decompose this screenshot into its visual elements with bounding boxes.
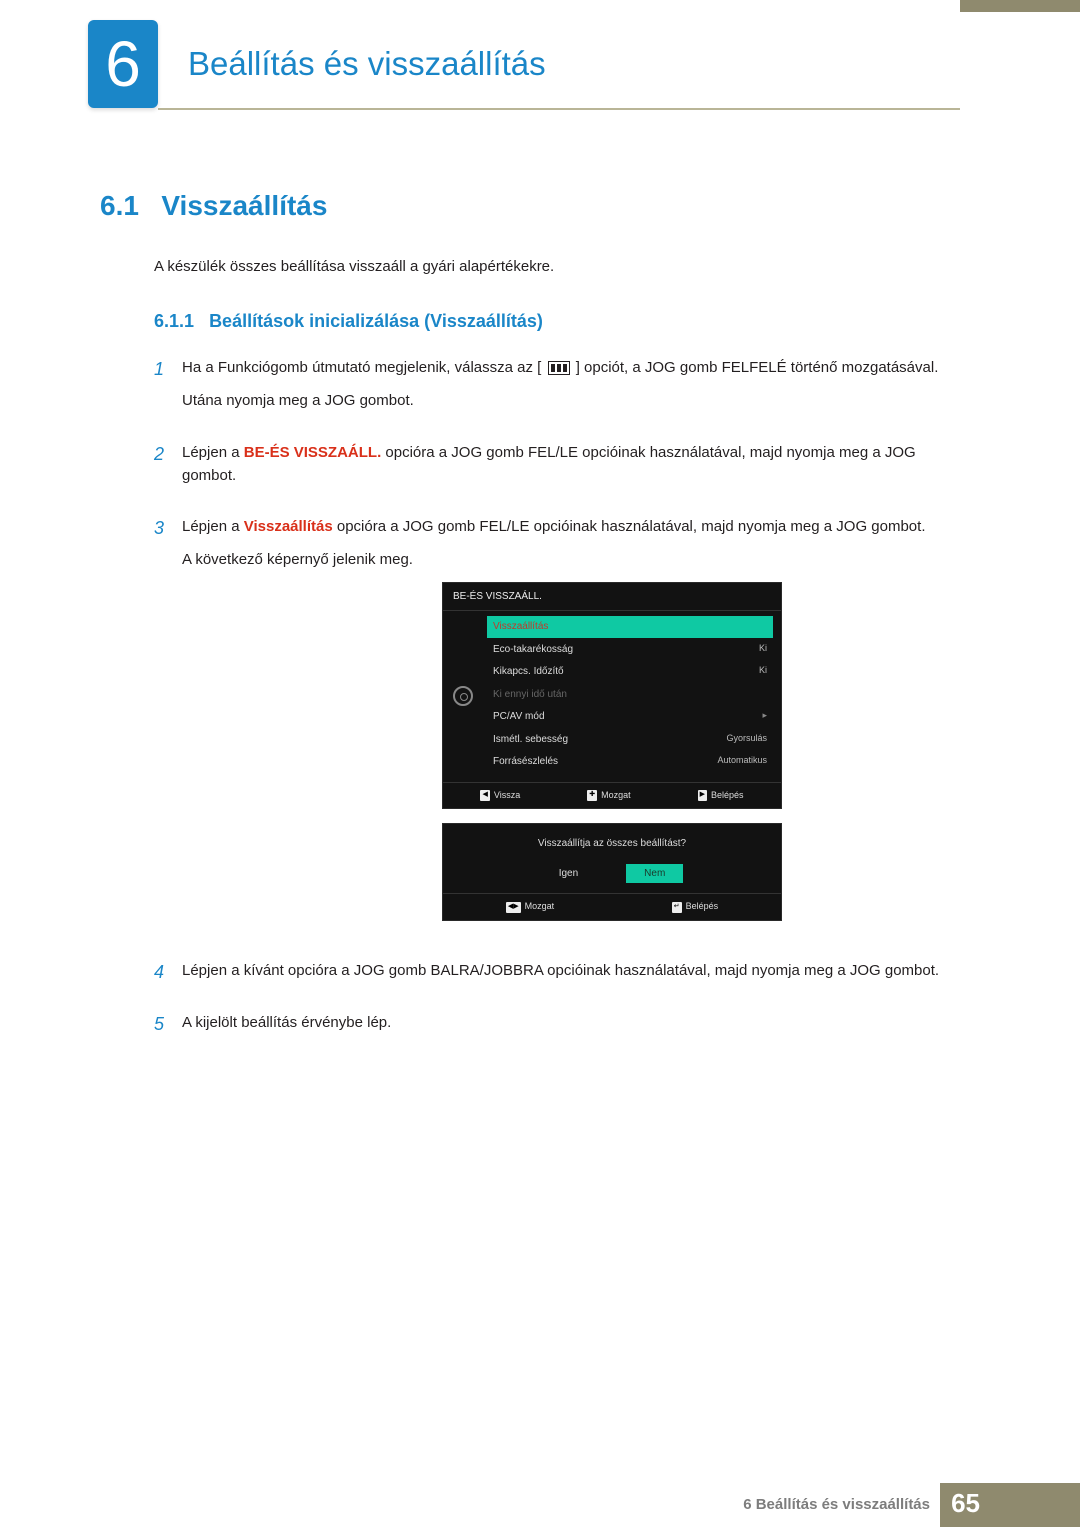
top-accent-stripe bbox=[960, 0, 1080, 12]
osd-list: Visszaállítás Eco-takarékosság Ki Kikapc… bbox=[483, 611, 781, 782]
osd-body: Visszaállítás Eco-takarékosság Ki Kikapc… bbox=[443, 611, 781, 782]
osd-footer-label: Mozgat bbox=[601, 789, 631, 803]
osd-label: Kikapcs. Időzítő bbox=[493, 664, 564, 680]
step-body: Ha a Funkciógomb útmutató megjelenik, vá… bbox=[182, 356, 938, 423]
osd-item-visszaallitas: Visszaállítás bbox=[487, 616, 773, 638]
step-text: opcióra a JOG gomb FEL/LE opcióinak hasz… bbox=[333, 518, 926, 535]
confirm-footer-enter: ↵ Belépés bbox=[672, 900, 718, 914]
step-text: Lépjen a bbox=[182, 444, 244, 461]
osd-footer-enter: ▶ Belépés bbox=[698, 789, 744, 803]
osd-label: Forrásészlelés bbox=[493, 754, 558, 770]
step-body: Lépjen a BE-ÉS VISSZAÁLL. opcióra a JOG … bbox=[182, 441, 960, 498]
highlight-red: BE-ÉS VISSZAÁLL. bbox=[244, 444, 382, 461]
step-2: 2 Lépjen a BE-ÉS VISSZAÁLL. opcióra a JO… bbox=[154, 441, 960, 498]
confirm-footer-move: ◀▶ Mozgat bbox=[506, 900, 554, 914]
page-content: 6.1 Visszaállítás A készülék összes beál… bbox=[100, 190, 960, 1062]
step-5: 5 A kijelölt beállítás érvénybe lép. bbox=[154, 1011, 960, 1044]
footer-chapter-title: 6 Beállítás és visszaállítás bbox=[743, 1496, 930, 1513]
osd-menu: BE-ÉS VISSZAÁLL. Visszaállítás Eco-tak bbox=[442, 582, 782, 810]
enter-icon: ↵ bbox=[672, 902, 682, 913]
step-text: Ha a Funkciógomb útmutató megjelenik, vá… bbox=[182, 359, 541, 376]
osd-value: Ki bbox=[759, 642, 767, 658]
osd-footer-label: Vissza bbox=[494, 789, 520, 803]
osd-footer: ◀ Vissza ✚ Mozgat ▶ Belépés bbox=[443, 782, 781, 809]
subsection-number: 6.1.1 bbox=[154, 311, 194, 331]
step-3: 3 Lépjen a Visszaállítás opcióra a JOG g… bbox=[154, 515, 960, 941]
osd-item-ismetl: Ismétl. sebesség Gyorsulás bbox=[487, 729, 773, 751]
section-intro: A készülék összes beállítása visszaáll a… bbox=[154, 258, 960, 275]
back-icon: ◀ bbox=[480, 790, 489, 801]
chapter-number: 6 bbox=[105, 32, 141, 96]
confirm-no: Nem bbox=[626, 864, 683, 884]
step-body: Lépjen a Visszaállítás opcióra a JOG gom… bbox=[182, 515, 925, 941]
section-number: 6.1 bbox=[100, 190, 139, 221]
osd-item-kikapcs: Kikapcs. Időzítő Ki bbox=[487, 661, 773, 683]
osd-item-forras: Forrásészlelés Automatikus bbox=[487, 751, 773, 773]
osd-value: Ki bbox=[759, 664, 767, 680]
step-text: ] opciót, a JOG gomb FELFELÉ történő moz… bbox=[576, 359, 939, 376]
section-heading: 6.1 Visszaállítás bbox=[100, 190, 960, 222]
chapter-title: Beállítás és visszaállítás bbox=[188, 45, 546, 83]
step-number: 3 bbox=[154, 515, 182, 941]
osd-label: Ismétl. sebesség bbox=[493, 732, 568, 748]
step-text: Lépjen a bbox=[182, 518, 244, 535]
osd-value: Gyorsulás bbox=[726, 732, 767, 748]
chapter-badge: 6 bbox=[88, 20, 158, 108]
subsection-heading: 6.1.1 Beállítások inicializálása (Vissza… bbox=[154, 311, 960, 332]
step-body: Lépjen a kívánt opcióra a JOG gomb BALRA… bbox=[182, 959, 939, 992]
osd-label: Eco-takarékosság bbox=[493, 642, 573, 658]
osd-footer-move: ✚ Mozgat bbox=[587, 789, 630, 803]
move-icon: ◀▶ bbox=[506, 902, 521, 913]
step-text: A kijelölt beállítás érvénybe lép. bbox=[182, 1011, 391, 1034]
step-number: 4 bbox=[154, 959, 182, 992]
step-4: 4 Lépjen a kívánt opcióra a JOG gomb BAL… bbox=[154, 959, 960, 992]
confirm-footer-label: Mozgat bbox=[525, 900, 555, 914]
step-text: A következő képernyő jelenik meg. bbox=[182, 548, 925, 571]
osd-footer-label: Belépés bbox=[711, 789, 744, 803]
menu-icon bbox=[548, 361, 570, 375]
osd-confirm-dialog: Visszaállítja az összes beállítást? Igen… bbox=[442, 823, 782, 921]
page-footer: 6 Beállítás és visszaállítás 65 bbox=[0, 1483, 1080, 1527]
page-number: 65 bbox=[951, 1488, 980, 1519]
step-text: Lépjen a kívánt opcióra a JOG gomb BALRA… bbox=[182, 959, 939, 982]
osd-label: PC/AV mód bbox=[493, 709, 545, 725]
chapter-underline bbox=[158, 108, 960, 110]
osd-header: BE-ÉS VISSZAÁLL. bbox=[443, 583, 781, 612]
confirm-buttons: Igen Nem bbox=[443, 864, 781, 884]
osd-side-icon bbox=[443, 611, 483, 782]
subsection-title: Beállítások inicializálása (Visszaállítá… bbox=[209, 311, 543, 331]
section-title: Visszaállítás bbox=[161, 190, 327, 221]
steps-list: 1 Ha a Funkciógomb útmutató megjelenik, … bbox=[154, 356, 960, 1044]
osd-footer-back: ◀ Vissza bbox=[480, 789, 520, 803]
highlight-red: Visszaállítás bbox=[244, 518, 333, 535]
move-icon: ✚ bbox=[587, 790, 597, 801]
confirm-footer-label: Belépés bbox=[686, 900, 719, 914]
confirm-footer: ◀▶ Mozgat ↵ Belépés bbox=[443, 893, 781, 920]
osd-item-pcav: PC/AV mód bbox=[487, 706, 773, 728]
osd-item-eco: Eco-takarékosság Ki bbox=[487, 639, 773, 661]
osd-value: Automatikus bbox=[717, 754, 767, 770]
step-number: 2 bbox=[154, 441, 182, 498]
step-number: 5 bbox=[154, 1011, 182, 1044]
step-number: 1 bbox=[154, 356, 182, 423]
step-body: A kijelölt beállítás érvénybe lép. bbox=[182, 1011, 391, 1044]
confirm-yes: Igen bbox=[541, 864, 596, 884]
confirm-question: Visszaállítja az összes beállítást? bbox=[443, 836, 781, 852]
osd-label: Ki ennyi idő után bbox=[493, 687, 567, 703]
enter-icon: ▶ bbox=[698, 790, 707, 801]
gear-icon bbox=[453, 686, 473, 706]
step-text: Utána nyomja meg a JOG gombot. bbox=[182, 389, 938, 412]
step-1: 1 Ha a Funkciógomb útmutató megjelenik, … bbox=[154, 356, 960, 423]
osd-label: Visszaállítás bbox=[493, 619, 548, 635]
osd-screenshot-group: BE-ÉS VISSZAÁLL. Visszaállítás Eco-tak bbox=[442, 582, 782, 922]
osd-item-ki-ennyi: Ki ennyi idő után bbox=[487, 684, 773, 706]
